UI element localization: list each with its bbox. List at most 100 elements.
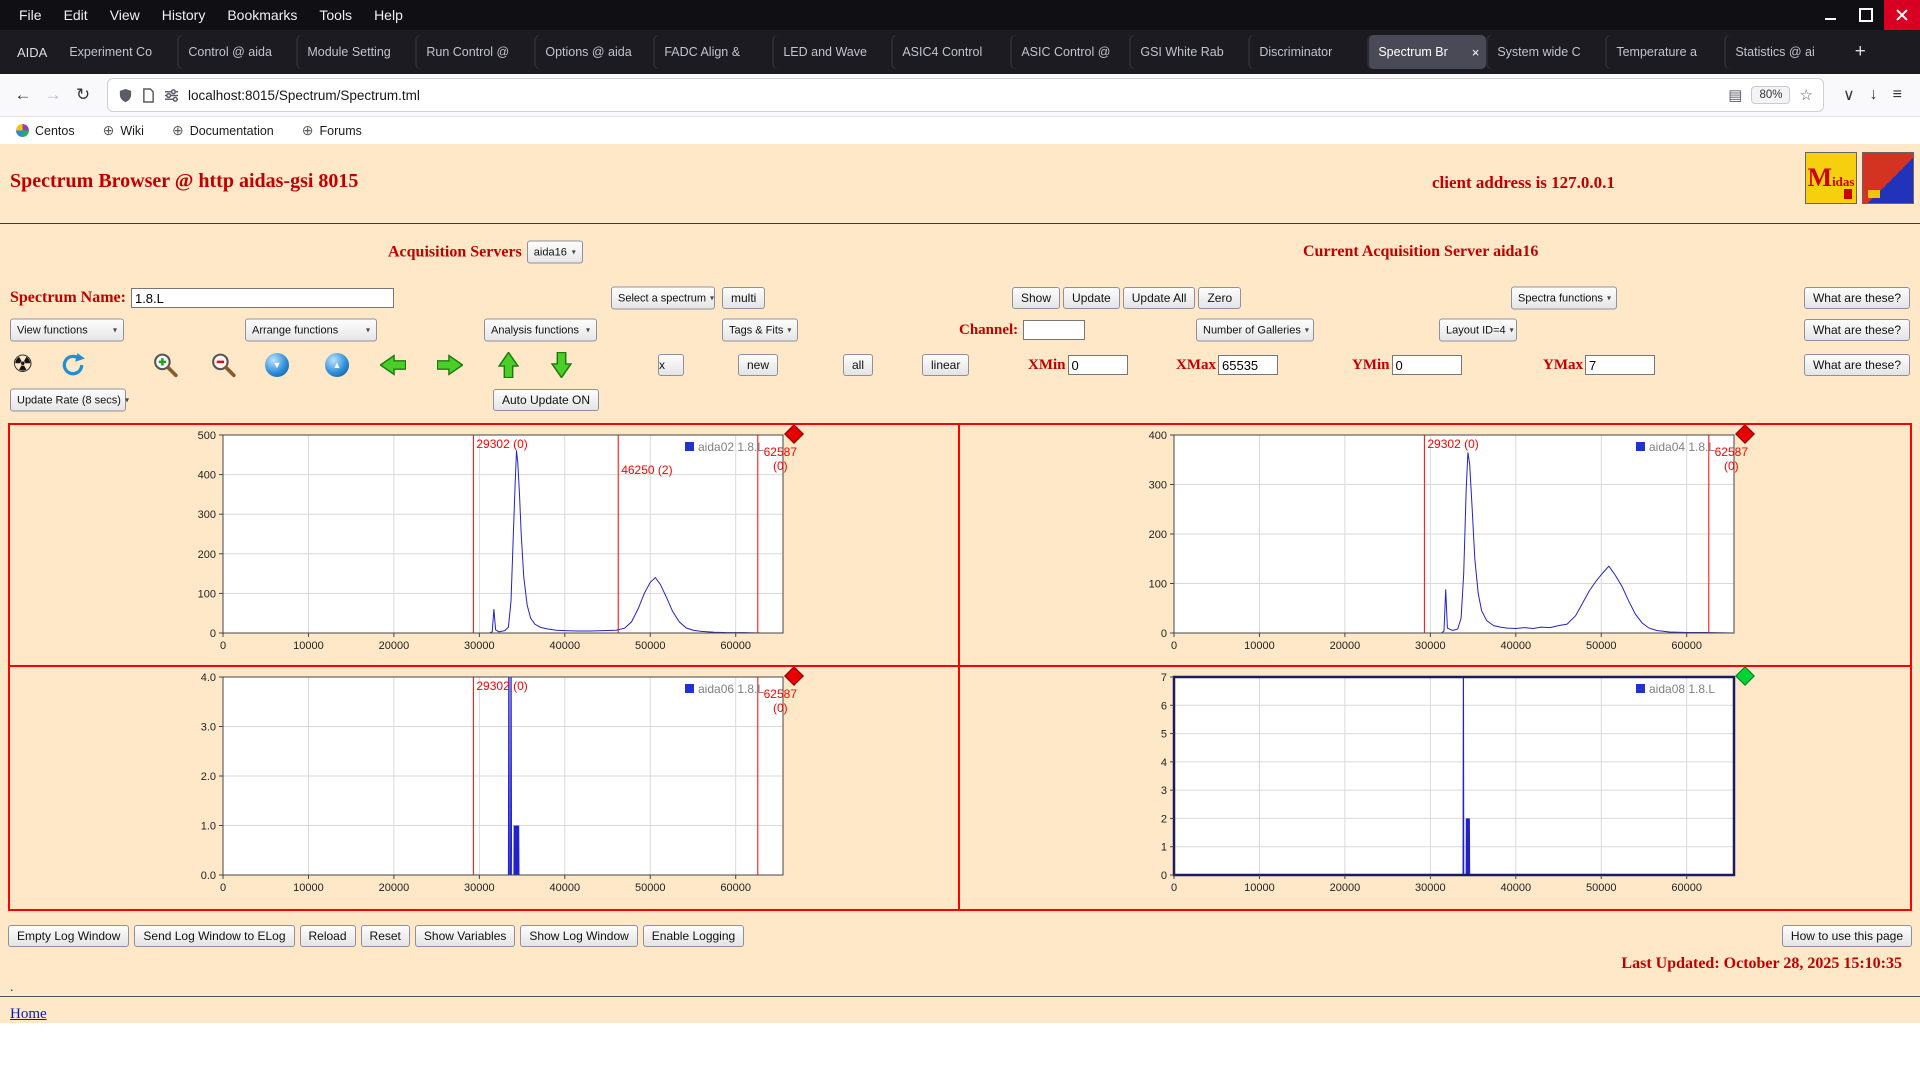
what-are-these-button[interactable]: What are these? xyxy=(1804,287,1910,309)
pocket-icon[interactable]: ∨ xyxy=(1843,85,1855,105)
log-button[interactable]: Reload xyxy=(300,925,356,947)
radiation-icon[interactable]: ☢ xyxy=(12,353,34,377)
new-tab-button[interactable]: + xyxy=(1845,37,1875,67)
midas-logo[interactable]: Midas xyxy=(1805,152,1857,204)
arrow-left-icon[interactable] xyxy=(380,355,406,376)
url-bar[interactable]: localhost:8015/Spectrum/Spectrum.tml ▤ 8… xyxy=(108,79,1823,111)
menu-item[interactable]: Help xyxy=(363,7,414,23)
tune-icon[interactable] xyxy=(164,88,179,103)
browser-tab[interactable]: LED and Wave × xyxy=(774,35,891,69)
browser-tab[interactable]: Options @ aida × xyxy=(536,35,653,69)
zoom-in-icon[interactable] xyxy=(152,352,179,379)
menu-item[interactable]: Bookmarks xyxy=(216,7,308,23)
analysis-functions-dropdown[interactable]: Analysis functions ▾ xyxy=(484,319,597,342)
arrow-down-icon[interactable] xyxy=(551,352,572,378)
browser-tab[interactable]: Run Control @ × xyxy=(417,35,534,69)
spectrum-name-input[interactable] xyxy=(131,288,394,308)
how-to-use-button[interactable]: How to use this page xyxy=(1782,925,1912,947)
number-of-galleries-dropdown[interactable]: Number of Galleries ▾ xyxy=(1196,319,1314,342)
log-button[interactable]: Enable Logging xyxy=(643,925,744,947)
browser-tab[interactable]: ASIC4 Control × xyxy=(893,35,1010,69)
browser-tab[interactable]: Discriminator × xyxy=(1250,35,1367,69)
log-button[interactable]: Empty Log Window xyxy=(8,925,129,947)
svg-text:0: 0 xyxy=(220,882,226,894)
close-button[interactable] xyxy=(1884,0,1920,30)
multi-button[interactable]: multi xyxy=(722,287,765,309)
action-button[interactable]: Zero xyxy=(1198,287,1241,309)
bookmark-centos[interactable]: Centos xyxy=(16,124,75,138)
log-button[interactable]: Reset xyxy=(361,925,410,947)
url-text[interactable]: localhost:8015/Spectrum/Spectrum.tml xyxy=(188,88,420,103)
log-button[interactable]: Show Variables xyxy=(415,925,516,947)
all-button[interactable]: all xyxy=(843,354,873,376)
update-rate-dropdown[interactable]: Update Rate (8 secs) ▾ xyxy=(10,389,126,412)
x-scale-button[interactable]: x xyxy=(658,354,684,376)
browser-tab[interactable]: Control @ aida × xyxy=(179,35,296,69)
spectrum-panel-aida02[interactable]: 29302 (0)46250 (2)0100002000030000400005… xyxy=(10,425,960,667)
refresh-cycle-icon[interactable] xyxy=(60,352,86,378)
layout-id-dropdown[interactable]: Layout ID=4 ▾ xyxy=(1439,319,1517,342)
arrow-up-icon[interactable] xyxy=(498,352,519,378)
minimize-button[interactable] xyxy=(1812,0,1848,30)
ymax-input[interactable] xyxy=(1585,355,1655,375)
xmax-input[interactable] xyxy=(1218,355,1278,375)
menu-item[interactable]: View xyxy=(99,7,151,23)
zoom-level-badge[interactable]: 80% xyxy=(1751,86,1790,104)
log-button[interactable]: Send Log Window to ELog xyxy=(134,925,294,947)
browser-tab[interactable]: Experiment Co × xyxy=(60,35,177,69)
arrange-functions-dropdown[interactable]: Arrange functions ▾ xyxy=(245,319,377,342)
back-button[interactable]: ← xyxy=(8,80,38,110)
experiment-logo[interactable] xyxy=(1862,152,1914,204)
tab-close-icon[interactable]: × xyxy=(1472,45,1480,60)
home-link[interactable]: Home xyxy=(10,1006,47,1022)
browser-tab[interactable]: Statistics @ ai × xyxy=(1726,35,1843,69)
select-spectrum-dropdown[interactable]: Select a spectrum ▾ xyxy=(611,287,715,310)
menu-icon[interactable]: ≡ xyxy=(1893,86,1902,104)
maximize-button[interactable] xyxy=(1848,0,1884,30)
menu-item[interactable]: Edit xyxy=(53,7,99,23)
bookmark-forums[interactable]: ⊕ Forums xyxy=(302,122,362,139)
linear-button[interactable]: linear xyxy=(922,354,969,376)
acquisition-server-select[interactable]: aida16 ▾ xyxy=(527,241,583,264)
menu-item[interactable]: File xyxy=(8,7,53,23)
what-are-these-button[interactable]: What are these? xyxy=(1804,319,1910,341)
action-button[interactable]: Show xyxy=(1012,287,1060,309)
zoom-out-icon[interactable] xyxy=(210,352,237,379)
spectrum-panel-aida08[interactable]: 010000200003000040000500006000001234567a… xyxy=(960,667,1910,909)
menu-item[interactable]: Tools xyxy=(308,7,363,23)
browser-tab[interactable]: Module Setting × xyxy=(298,35,415,69)
tags-fits-dropdown[interactable]: Tags & Fits ▾ xyxy=(722,319,798,342)
spectra-functions-dropdown[interactable]: Spectra functions ▾ xyxy=(1511,287,1617,310)
bookmark-wiki[interactable]: ⊕ Wiki xyxy=(103,122,144,139)
up-circle-icon[interactable]: ▲ xyxy=(325,353,349,377)
menu-item[interactable]: History xyxy=(151,7,217,23)
auto-update-button[interactable]: Auto Update ON xyxy=(493,389,599,411)
browser-tab[interactable]: Spectrum Br × xyxy=(1369,35,1486,69)
action-button[interactable]: Update All xyxy=(1123,287,1196,309)
view-functions-dropdown[interactable]: View functions ▾ xyxy=(10,319,124,342)
log-button[interactable]: Show Log Window xyxy=(520,925,637,947)
action-button[interactable]: Update xyxy=(1063,287,1120,309)
browser-tab[interactable]: Temperature a × xyxy=(1607,35,1724,69)
browser-tab[interactable]: FADC Align & × xyxy=(655,35,772,69)
xmin-input[interactable] xyxy=(1068,355,1128,375)
spectrum-panel-aida04[interactable]: 29302 (0)0100002000030000400005000060000… xyxy=(960,425,1910,667)
page-info-icon[interactable] xyxy=(142,88,155,103)
shield-icon[interactable] xyxy=(118,88,133,103)
download-icon[interactable]: ↓ xyxy=(1870,86,1878,104)
forward-button[interactable]: → xyxy=(38,80,68,110)
arrow-right-icon[interactable] xyxy=(437,355,463,376)
channel-input[interactable] xyxy=(1023,320,1085,340)
browser-tab[interactable]: GSI White Rab × xyxy=(1131,35,1248,69)
ymin-input[interactable] xyxy=(1392,355,1462,375)
browser-tab[interactable]: System wide C × xyxy=(1488,35,1605,69)
what-are-these-button[interactable]: What are these? xyxy=(1804,354,1910,376)
new-button[interactable]: new xyxy=(738,354,778,376)
browser-tab[interactable]: ASIC Control @ × xyxy=(1012,35,1129,69)
bookmark-documentation[interactable]: ⊕ Documentation xyxy=(172,122,274,139)
reload-button[interactable]: ↻ xyxy=(68,80,98,110)
bookmark-star-icon[interactable]: ☆ xyxy=(1799,86,1812,104)
reader-mode-icon[interactable]: ▤ xyxy=(1728,86,1742,104)
spectrum-panel-aida06[interactable]: 29302 (0)0100002000030000400005000060000… xyxy=(10,667,960,909)
down-circle-icon[interactable]: ▼ xyxy=(265,353,289,377)
